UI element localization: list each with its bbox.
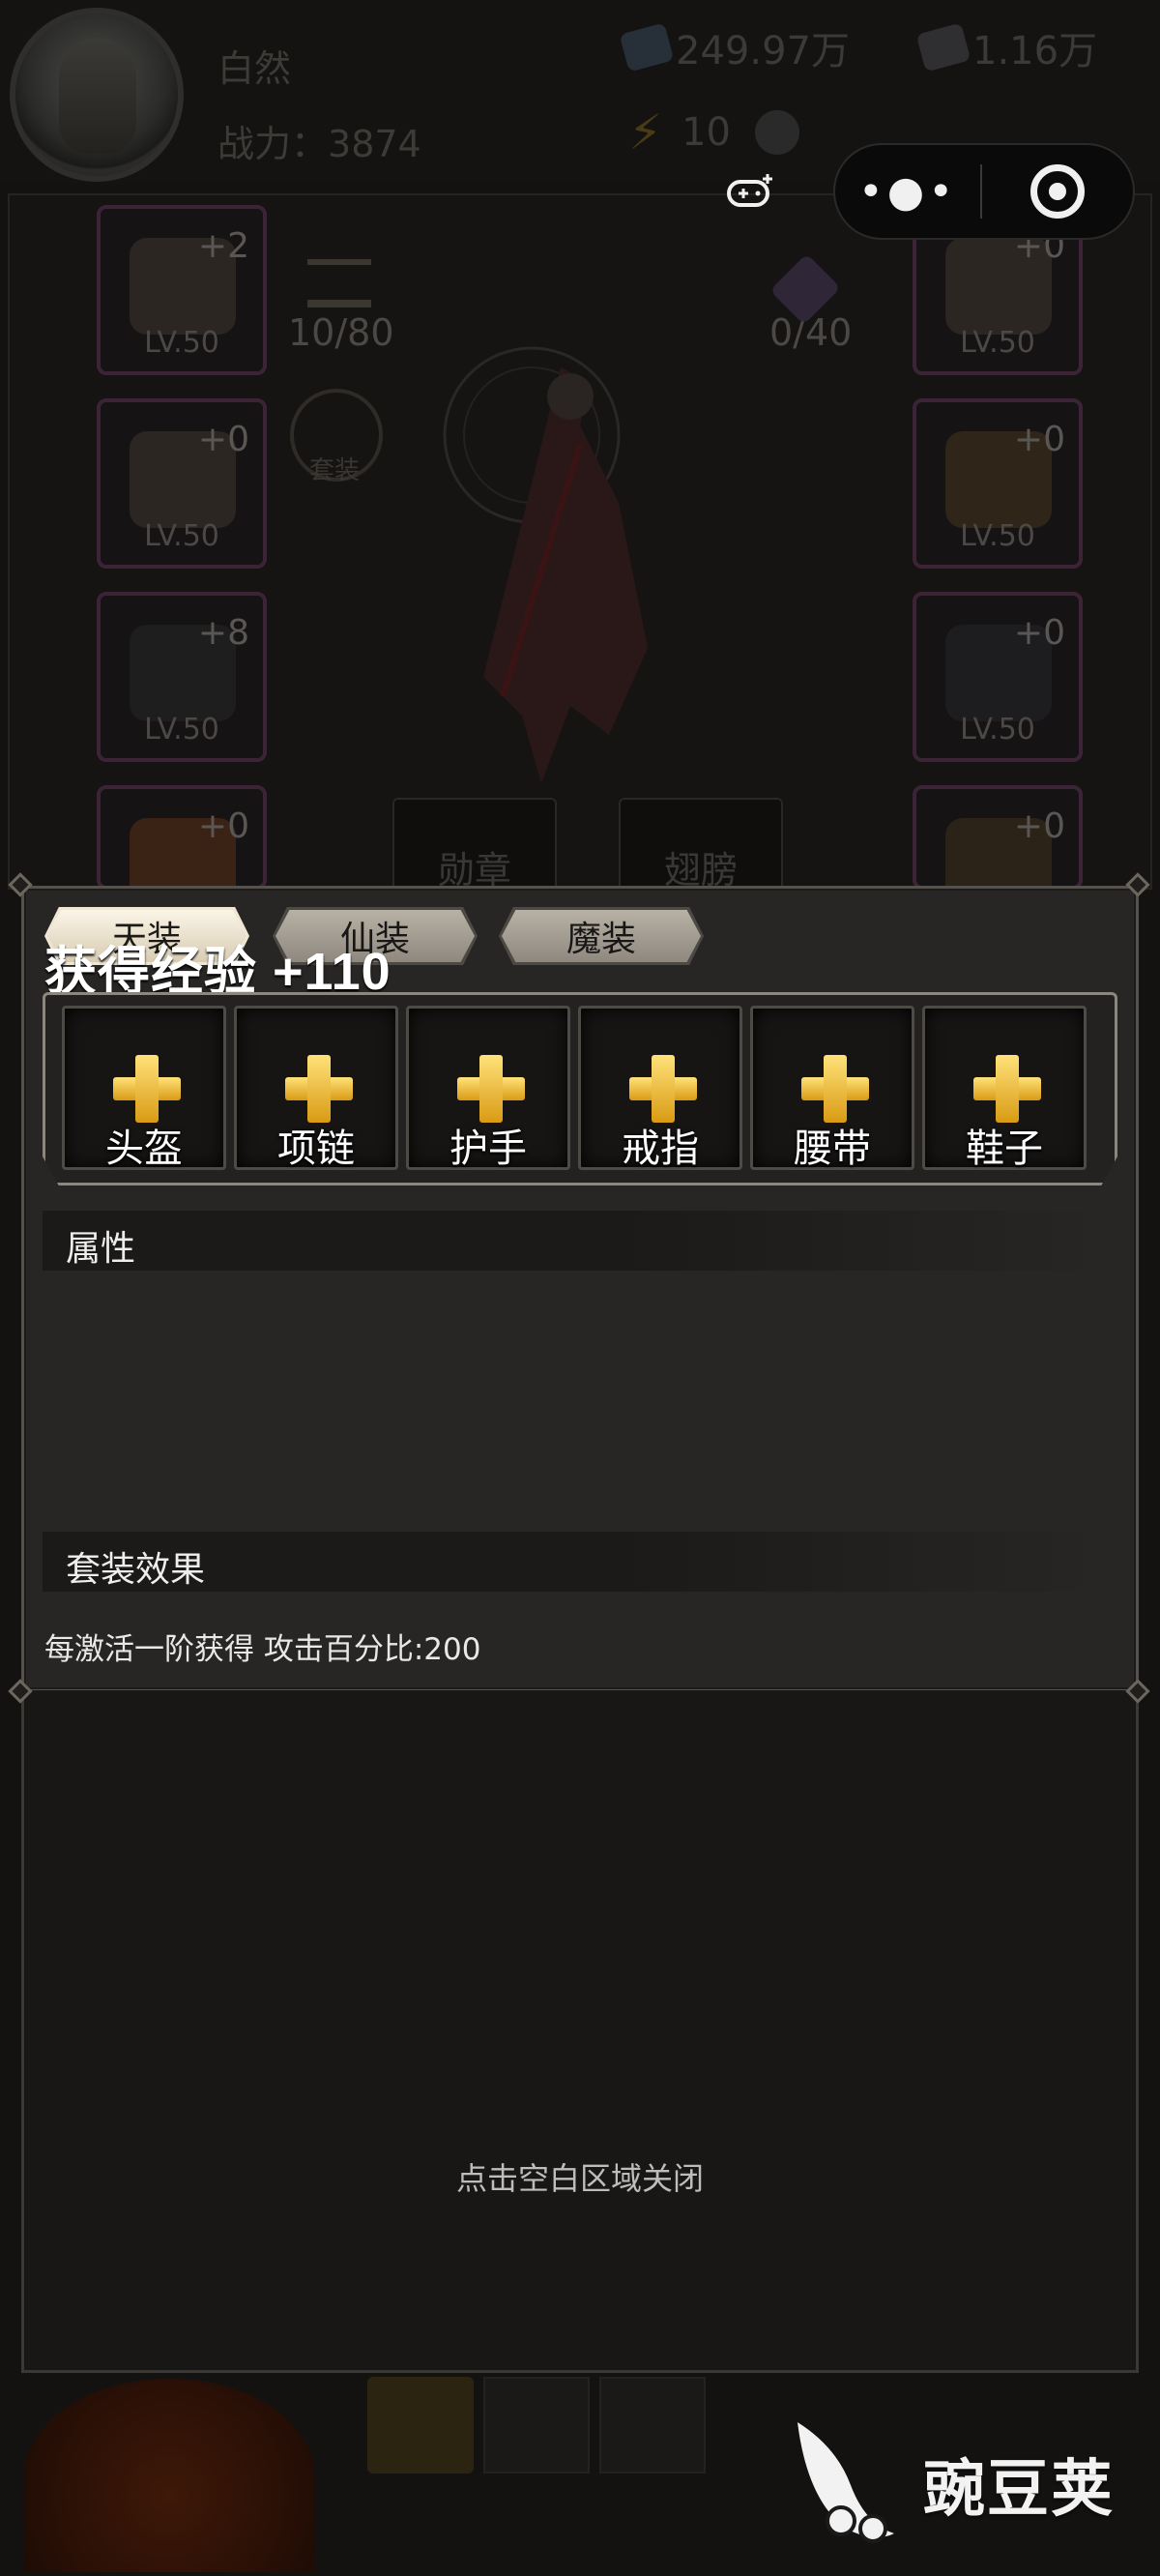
set-badge-icon[interactable]: 套装 xyxy=(290,389,383,485)
slot-label: 腰带 xyxy=(794,1127,871,1171)
item-level: LV.50 xyxy=(144,713,219,746)
add-plus-icon xyxy=(113,1055,181,1123)
equip-slot-necklace[interactable]: +0 LV.50 xyxy=(913,592,1083,762)
pea-pod-logo-icon xyxy=(798,2422,894,2543)
enhance-level: +8 xyxy=(197,613,249,653)
add-plus-icon xyxy=(285,1055,353,1123)
set-slot-helmet[interactable]: 头盔 xyxy=(62,1006,226,1171)
enhance-level: +0 xyxy=(1013,420,1065,459)
set-effect-title: 套装效果 xyxy=(66,1550,206,1590)
panel-lower-area[interactable] xyxy=(21,1690,1139,2373)
equip-slot-ring[interactable]: +0 xyxy=(913,785,1083,915)
miniprogram-capsule: •●• xyxy=(833,143,1135,240)
slot-label: 项链 xyxy=(277,1127,355,1171)
gem-amount: 249.97万 xyxy=(676,29,850,73)
equip-slot-armor[interactable]: +2 LV.50 xyxy=(97,205,267,375)
ore-icon xyxy=(915,22,972,73)
gem-currency: 249.97万 xyxy=(619,19,850,75)
watermark: 豌豆荚 xyxy=(788,2413,1136,2558)
combat-power: 战力：3874 xyxy=(218,114,421,167)
close-miniprogram-button[interactable] xyxy=(982,164,1133,219)
power-value: 3874 xyxy=(328,123,421,165)
item-level: LV.50 xyxy=(144,519,219,553)
slot-label: 戒指 xyxy=(622,1127,699,1171)
slot-label: 护手 xyxy=(450,1127,527,1171)
add-plus-icon xyxy=(629,1055,697,1123)
enhance-level: +0 xyxy=(197,420,249,459)
tab-label: 魔装 xyxy=(566,920,636,959)
set-slot-necklace[interactable]: 项链 xyxy=(234,1006,398,1171)
gamepad-icon[interactable] xyxy=(727,172,775,211)
item-level: LV.50 xyxy=(960,519,1035,553)
watermark-text: 豌豆荚 xyxy=(923,2454,1115,2526)
forge-counter: 10/80 xyxy=(288,311,394,354)
set-effect-header: 套装效果 xyxy=(43,1532,1106,1592)
hero-character xyxy=(443,346,648,783)
add-plus-icon xyxy=(457,1055,525,1123)
add-plus-icon xyxy=(973,1055,1041,1123)
set-slot-gauntlet[interactable]: 护手 xyxy=(406,1006,570,1171)
anvil-icon[interactable] xyxy=(307,259,371,307)
player-avatar[interactable] xyxy=(10,8,184,182)
tab-demon-set[interactable]: 魔装 xyxy=(499,907,704,965)
set-badge-label: 套装 xyxy=(309,456,361,485)
skill-slot xyxy=(599,2377,706,2474)
equip-slot-helmet[interactable]: +0 LV.50 xyxy=(97,398,267,569)
equip-slot-weapon[interactable]: +8 LV.50 xyxy=(97,592,267,762)
skill-slot xyxy=(483,2377,590,2474)
power-label: 战力： xyxy=(218,123,329,165)
tap-to-close-hint[interactable]: 点击空白区域关闭 xyxy=(0,2154,1160,2199)
medal-button[interactable]: 勋章 xyxy=(392,798,557,894)
item-level: LV.50 xyxy=(144,326,219,360)
add-plus-icon xyxy=(801,1055,869,1123)
skill-orb xyxy=(24,2379,314,2572)
player-name: 白然 xyxy=(218,47,292,90)
target-circle-icon xyxy=(1030,164,1085,219)
skill-icon xyxy=(367,2377,474,2474)
attributes-header: 属性 xyxy=(43,1211,1106,1271)
item-level: LV.50 xyxy=(960,326,1035,360)
more-options-icon[interactable]: •●• xyxy=(835,167,980,217)
set-slot-ring[interactable]: 戒指 xyxy=(578,1006,742,1171)
wings-button[interactable]: 翅膀 xyxy=(619,798,783,894)
set-effect-description: 每激活一阶获得 攻击百分比:200 xyxy=(44,1632,481,1667)
gem-icon xyxy=(619,22,675,73)
ore-amount: 1.16万 xyxy=(972,29,1098,73)
set-slot-shoes[interactable]: 鞋子 xyxy=(922,1006,1087,1171)
energy-value: 10 xyxy=(682,110,732,155)
equip-slot-bracer[interactable]: +0 xyxy=(97,785,267,915)
attributes-title: 属性 xyxy=(66,1229,136,1269)
slot-label: 鞋子 xyxy=(966,1127,1043,1171)
enhance-level: +0 xyxy=(1013,613,1065,653)
equip-slot-boots[interactable]: +0 LV.50 xyxy=(913,398,1083,569)
item-level: LV.50 xyxy=(960,713,1035,746)
lightning-icon: ⚡ xyxy=(628,104,663,161)
energy-counter: ⚡ 10 xyxy=(628,104,800,161)
enhance-level: +2 xyxy=(197,226,249,266)
slot-label: 头盔 xyxy=(105,1127,183,1171)
set-slot-belt[interactable]: 腰带 xyxy=(750,1006,914,1171)
ore-currency: 1.16万 xyxy=(915,19,1098,75)
play-video-icon[interactable] xyxy=(755,110,800,155)
enhance-level: +0 xyxy=(197,806,249,846)
enhance-level: +0 xyxy=(1013,806,1065,846)
